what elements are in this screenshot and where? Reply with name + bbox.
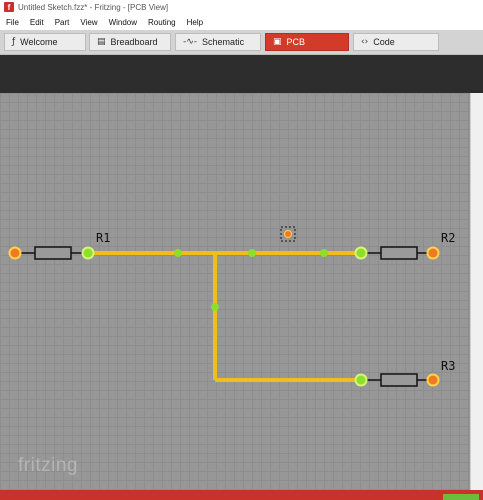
tab-pcb[interactable]: ▣ PCB bbox=[265, 33, 349, 51]
tab-schematic-label: Schematic bbox=[202, 37, 245, 47]
status-strip bbox=[0, 490, 483, 500]
trace-bendpoint[interactable] bbox=[174, 249, 182, 257]
title-bar: f Untitled Sketch.fzz* - Fritzing - [PCB… bbox=[0, 0, 483, 14]
part-label-r1: R1 bbox=[96, 231, 111, 245]
fritzing-watermark: fritzing bbox=[18, 455, 78, 476]
vertical-scrollbar[interactable] bbox=[470, 93, 483, 490]
trace-bendpoint[interactable] bbox=[320, 249, 328, 257]
part-label-r3: R3 bbox=[441, 359, 456, 373]
fritzing-app-icon: f bbox=[4, 2, 14, 12]
tab-breadboard[interactable]: ▤ Breadboard bbox=[89, 33, 171, 51]
connector-pad[interactable] bbox=[354, 373, 368, 387]
tab-welcome-label: Welcome bbox=[20, 37, 58, 47]
menu-routing[interactable]: Routing bbox=[148, 18, 176, 27]
connector-pad[interactable] bbox=[81, 246, 95, 260]
window-title: Untitled Sketch.fzz* - Fritzing - [PCB V… bbox=[18, 2, 169, 12]
menu-view[interactable]: View bbox=[80, 18, 97, 27]
resistor-r3[interactable] bbox=[354, 373, 440, 387]
resistor-r1[interactable] bbox=[8, 246, 95, 260]
trace-bendpoint[interactable] bbox=[248, 249, 256, 257]
pcb-drawing bbox=[8, 226, 440, 387]
tab-pcb-label: PCB bbox=[286, 37, 306, 47]
menu-file[interactable]: File bbox=[6, 18, 19, 27]
trace-bendpoint[interactable] bbox=[211, 303, 219, 311]
status-indicator bbox=[443, 494, 479, 500]
connector-pad[interactable] bbox=[354, 246, 368, 260]
menu-part[interactable]: Part bbox=[55, 18, 70, 27]
connector-pad[interactable] bbox=[426, 373, 440, 387]
code-icon: ‹› bbox=[361, 37, 369, 47]
part-label-r2: R2 bbox=[441, 231, 456, 245]
tab-breadboard-label: Breadboard bbox=[110, 37, 158, 47]
breadboard-icon: ▤ bbox=[97, 37, 106, 47]
schematic-icon: -∿- bbox=[183, 37, 198, 47]
toolbar-area bbox=[0, 55, 483, 93]
view-tab-bar: ƒ Welcome ▤ Breadboard -∿- Schematic ▣ P… bbox=[0, 30, 483, 55]
via[interactable] bbox=[280, 226, 296, 242]
tab-schematic[interactable]: -∿- Schematic bbox=[175, 33, 261, 51]
resistor-r2[interactable] bbox=[354, 246, 440, 260]
fritzing-f-icon: ƒ bbox=[12, 37, 16, 47]
menu-help[interactable]: Help bbox=[187, 18, 203, 27]
connector-pad[interactable] bbox=[426, 246, 440, 260]
tab-code-label: Code bbox=[373, 37, 395, 47]
tab-code[interactable]: ‹› Code bbox=[353, 33, 439, 51]
pcb-icon: ▣ bbox=[273, 37, 282, 47]
menu-bar: File Edit Part View Window Routing Help bbox=[0, 14, 483, 30]
menu-edit[interactable]: Edit bbox=[30, 18, 44, 27]
connector-pad[interactable] bbox=[8, 246, 22, 260]
tab-welcome[interactable]: ƒ Welcome bbox=[4, 33, 86, 51]
menu-window[interactable]: Window bbox=[109, 18, 137, 27]
